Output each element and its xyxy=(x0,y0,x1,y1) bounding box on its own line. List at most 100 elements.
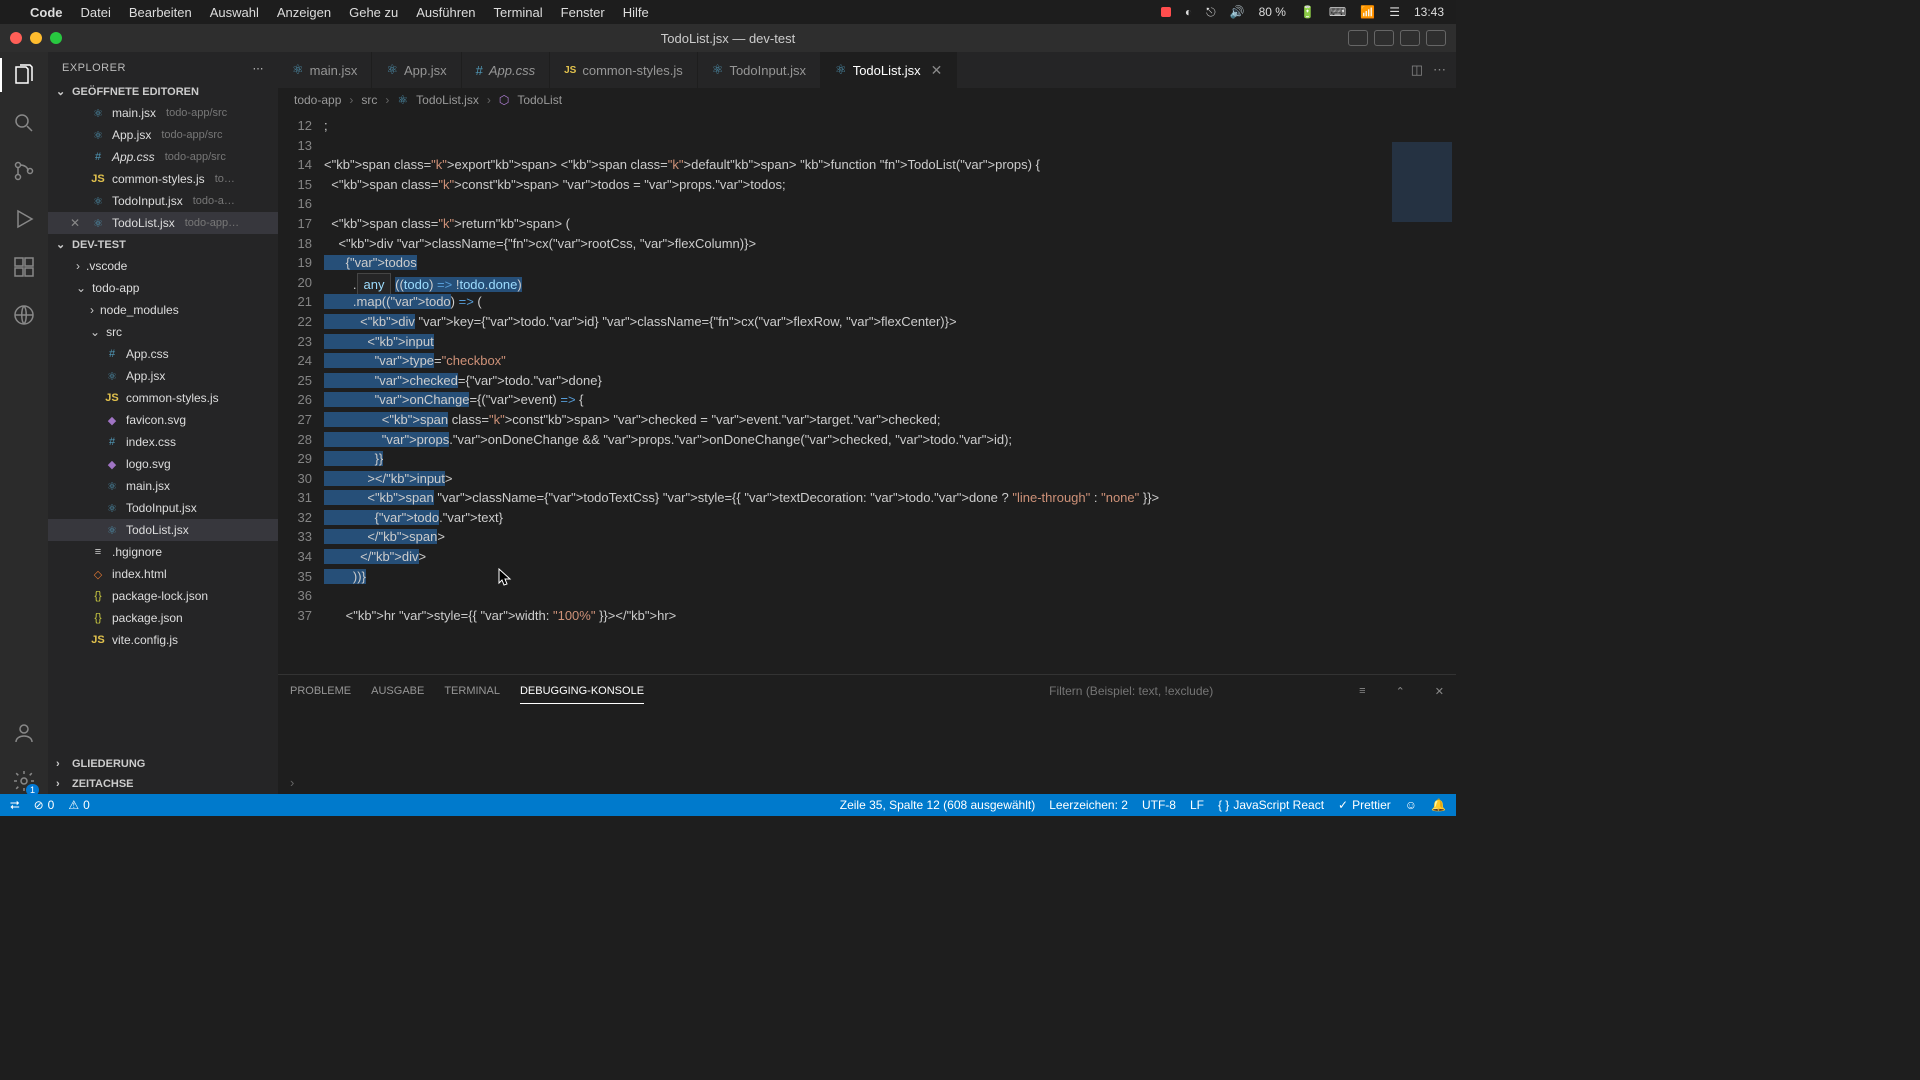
tree-file[interactable]: ⚛main.jsx xyxy=(48,475,278,497)
tab-close-icon[interactable]: ✕ xyxy=(931,62,943,79)
account-icon[interactable] xyxy=(11,720,37,746)
tree-file[interactable]: JScommon-styles.js xyxy=(48,387,278,409)
battery-text[interactable]: 80 % xyxy=(1259,5,1286,19)
remote-button[interactable]: ⮂ xyxy=(10,798,20,813)
menu-datei[interactable]: Datei xyxy=(81,5,111,20)
tree-file[interactable]: {}package-lock.json xyxy=(48,585,278,607)
debug-filter-input[interactable] xyxy=(1049,684,1329,698)
open-editor-item[interactable]: ⚛main.jsxtodo-app/src xyxy=(48,102,278,124)
warnings-status[interactable]: ⚠ 0 xyxy=(68,798,89,812)
outline-header[interactable]: › GLIEDERUNG xyxy=(48,754,278,774)
editor-area: ⚛main.jsx⚛App.jsx#App.cssJScommon-styles… xyxy=(278,52,1456,794)
menu-gehezu[interactable]: Gehe zu xyxy=(349,5,398,20)
open-editor-item[interactable]: #App.csstodo-app/src xyxy=(48,146,278,168)
clock[interactable]: 13:43 xyxy=(1414,5,1444,19)
editor-tab[interactable]: #App.css xyxy=(462,52,550,88)
menu-hilfe[interactable]: Hilfe xyxy=(623,5,649,20)
open-editors-header[interactable]: ⌄ GEÖFFNETE EDITOREN xyxy=(48,81,278,102)
editor-tab[interactable]: ⚛TodoInput.jsx xyxy=(698,52,821,88)
feedback-icon[interactable]: ☺ xyxy=(1405,798,1417,812)
tree-file[interactable]: ⚛App.jsx xyxy=(48,365,278,387)
editor-tab[interactable]: ⚛TodoList.jsx✕ xyxy=(821,52,957,88)
tree-file[interactable]: #App.css xyxy=(48,343,278,365)
line-gutter: 1213141516171819202122232425262728293031… xyxy=(278,112,324,674)
panel-tab-ausgabe[interactable]: AUSGABE xyxy=(371,679,424,703)
open-editor-item[interactable]: ⚛App.jsxtodo-app/src xyxy=(48,124,278,146)
tree-folder[interactable]: ›.vscode xyxy=(48,255,278,277)
open-editor-item[interactable]: ⚛TodoInput.jsxtodo-a… xyxy=(48,190,278,212)
tree-folder[interactable]: ⌄todo-app xyxy=(48,277,278,299)
indentation-status[interactable]: Leerzeichen: 2 xyxy=(1049,798,1128,812)
tree-file[interactable]: {}package.json xyxy=(48,607,278,629)
search-icon[interactable] xyxy=(11,110,37,136)
menubar-app[interactable]: Code xyxy=(30,5,63,20)
toggle-primary-sidebar-button[interactable] xyxy=(1348,30,1368,46)
minimap[interactable] xyxy=(1376,112,1456,674)
tree-file[interactable]: JSvite.config.js xyxy=(48,629,278,651)
panel-tab-terminal[interactable]: TERMINAL xyxy=(444,679,500,703)
panel-maximize-icon[interactable]: ⌃ xyxy=(1396,685,1405,698)
tree-file[interactable]: ◆favicon.svg xyxy=(48,409,278,431)
toggle-secondary-sidebar-button[interactable] xyxy=(1400,30,1420,46)
breadcrumb[interactable]: todo-app› src› ⚛TodoList.jsx› ⬡TodoList xyxy=(278,88,1456,112)
toggle-panel-button[interactable] xyxy=(1374,30,1394,46)
eol-status[interactable]: LF xyxy=(1190,798,1204,812)
menu-fenster[interactable]: Fenster xyxy=(561,5,605,20)
language-status[interactable]: { } JavaScript React xyxy=(1218,798,1324,812)
cursor-position[interactable]: Zeile 35, Spalte 12 (608 ausgewählt) xyxy=(840,798,1035,812)
errors-status[interactable]: ⊘ 0 xyxy=(34,798,55,812)
tree-file[interactable]: ⚛TodoInput.jsx xyxy=(48,497,278,519)
encoding-status[interactable]: UTF-8 xyxy=(1142,798,1176,812)
split-editor-icon[interactable]: ◫ xyxy=(1411,62,1423,78)
more-actions-icon[interactable]: ⋯ xyxy=(1433,62,1446,78)
project-header[interactable]: ⌄ DEV-TEST xyxy=(48,234,278,255)
menu-anzeigen[interactable]: Anzeigen xyxy=(277,5,331,20)
battery-icon[interactable]: 🔋 xyxy=(1300,5,1315,19)
run-debug-icon[interactable] xyxy=(11,206,37,232)
chevron-icon: › xyxy=(76,259,80,273)
tree-file[interactable]: #index.css xyxy=(48,431,278,453)
tree-file[interactable]: ≡.hgignore xyxy=(48,541,278,563)
tray-icon[interactable]: ◐ xyxy=(1185,5,1192,19)
notifications-icon[interactable]: 🔔 xyxy=(1431,798,1446,812)
tray-icon[interactable]: ⎋ xyxy=(1206,5,1216,20)
wifi-icon[interactable]: 📶 xyxy=(1360,5,1375,19)
panel-tab-probleme[interactable]: PROBLEME xyxy=(290,679,351,703)
status-bar: ⮂ ⊘ 0 ⚠ 0 Zeile 35, Spalte 12 (608 ausge… xyxy=(0,794,1456,816)
timeline-header[interactable]: › ZEITACHSE xyxy=(48,774,278,794)
remote-icon[interactable] xyxy=(11,302,37,328)
window-close-button[interactable] xyxy=(10,32,22,44)
customize-layout-button[interactable] xyxy=(1426,30,1446,46)
window-maximize-button[interactable] xyxy=(50,32,62,44)
chevron-right-icon: › xyxy=(56,758,68,770)
filter-settings-icon[interactable]: ≡ xyxy=(1359,685,1365,697)
menu-bearbeiten[interactable]: Bearbeiten xyxy=(129,5,192,20)
editor-tab[interactable]: JScommon-styles.js xyxy=(550,52,698,88)
panel-close-icon[interactable]: ✕ xyxy=(1435,685,1444,698)
menu-auswahl[interactable]: Auswahl xyxy=(210,5,259,20)
tree-file[interactable]: ◇index.html xyxy=(48,563,278,585)
tree-folder[interactable]: ⌄src xyxy=(48,321,278,343)
editor-tab[interactable]: ⚛main.jsx xyxy=(278,52,372,88)
keyboard-icon[interactable]: ⌨ xyxy=(1329,5,1346,19)
tree-file[interactable]: ◆logo.svg xyxy=(48,453,278,475)
explorer-icon[interactable] xyxy=(11,62,37,88)
extensions-icon[interactable] xyxy=(11,254,37,280)
volume-icon[interactable]: 🔊 xyxy=(1230,5,1245,19)
tree-folder[interactable]: ›node_modules xyxy=(48,299,278,321)
source-control-icon[interactable] xyxy=(11,158,37,184)
settings-gear-icon[interactable]: 1 xyxy=(11,768,37,794)
code-editor[interactable]: 1213141516171819202122232425262728293031… xyxy=(278,112,1456,674)
tree-file[interactable]: ⚛TodoList.jsx xyxy=(48,519,278,541)
explorer-more-icon[interactable]: ⋯ xyxy=(253,62,265,75)
control-center-icon[interactable]: ☰ xyxy=(1389,5,1400,19)
open-editor-item[interactable]: JScommon-styles.jsto… xyxy=(48,168,278,190)
prettier-status[interactable]: ✓ Prettier xyxy=(1338,798,1391,812)
menu-terminal[interactable]: Terminal xyxy=(494,5,543,20)
editor-tab[interactable]: ⚛App.jsx xyxy=(372,52,461,88)
menu-ausfuehren[interactable]: Ausführen xyxy=(416,5,475,20)
panel-tab-debug-console[interactable]: DEBUGGING-KONSOLE xyxy=(520,679,644,704)
close-icon[interactable]: ✕ xyxy=(70,216,84,230)
window-minimize-button[interactable] xyxy=(30,32,42,44)
open-editor-item[interactable]: ✕⚛TodoList.jsxtodo-app… xyxy=(48,212,278,234)
